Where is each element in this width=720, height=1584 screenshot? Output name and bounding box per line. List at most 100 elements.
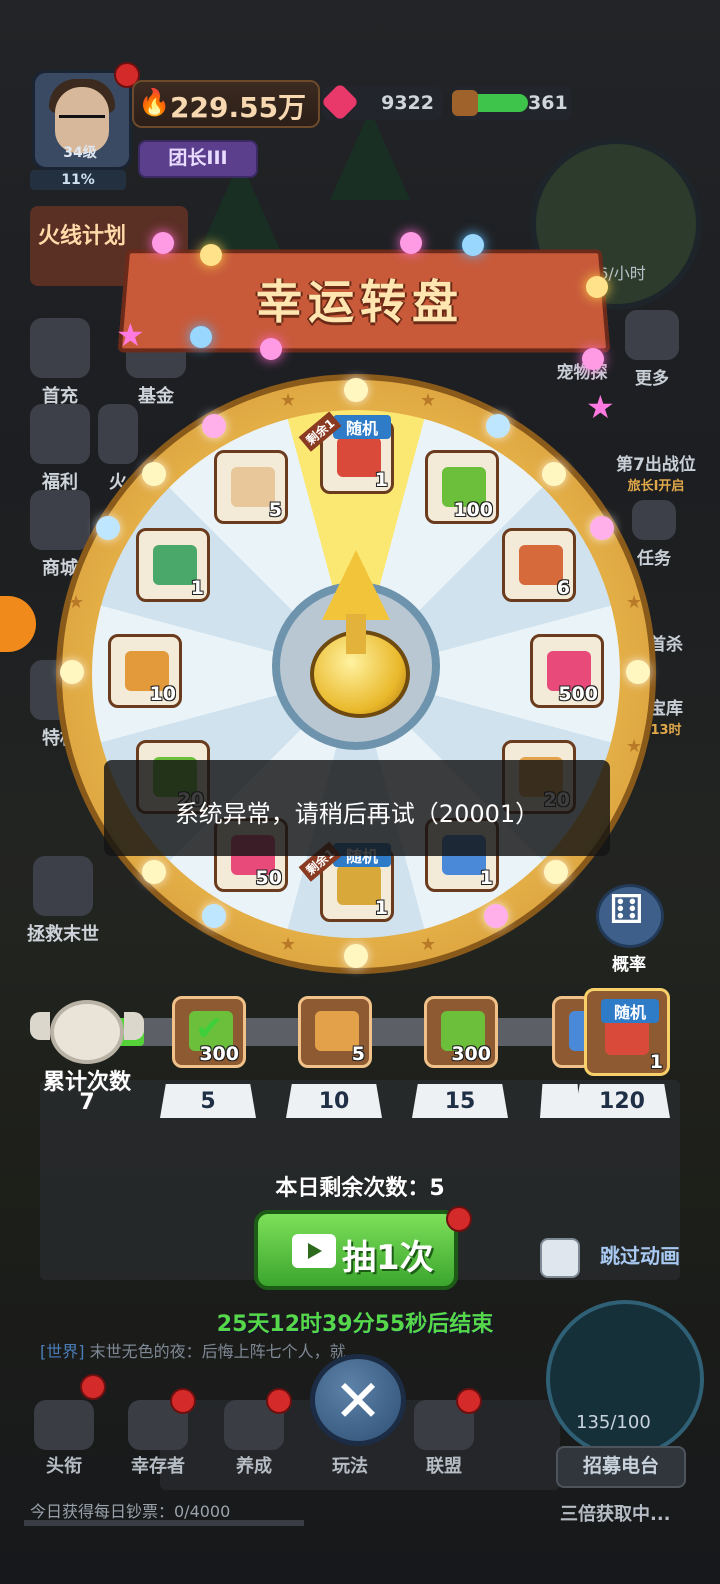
combat-power: 🔥 229.55万	[132, 80, 320, 128]
title-icon	[34, 1400, 94, 1450]
prize-count: 5	[268, 499, 282, 521]
remaining-today: 本日剩余次数：5	[275, 1176, 445, 1201]
plan-label: 火线计划	[38, 224, 127, 249]
skip-animation-checkbox[interactable]	[540, 1238, 580, 1278]
notification-dot	[170, 1388, 196, 1414]
probability-button[interactable]: 概率	[596, 884, 664, 975]
milestone-count: 300	[451, 1043, 491, 1065]
prize-count: 1	[190, 577, 204, 599]
rim-star-icon: ★	[626, 592, 643, 613]
rim-star-icon: ★	[280, 934, 297, 955]
milestone-reward[interactable]: 随机 1	[584, 988, 670, 1076]
rim-bulb	[486, 414, 510, 438]
wood-icon	[452, 90, 478, 116]
rim-star-icon: ★	[420, 390, 437, 411]
notification-dot	[456, 1388, 482, 1414]
daily-gain-text: 今日获得每日钞票：0/4000	[30, 1502, 231, 1521]
grid-icon	[625, 310, 679, 360]
string-light	[200, 244, 222, 266]
nav-alliance[interactable]: 联盟	[404, 1452, 484, 1478]
milestone-reward[interactable]: 5	[298, 996, 372, 1068]
milestone-reward[interactable]: ✔ 300	[172, 996, 246, 1068]
milestone-count: 5	[351, 1043, 365, 1065]
medal-icon	[30, 1000, 144, 1064]
wheel-prize: 6	[502, 528, 576, 602]
draw-once-button[interactable]: 抽1次	[254, 1210, 458, 1290]
rim-bulb	[60, 660, 84, 684]
prize-count: 1	[374, 469, 388, 491]
milestone-threshold: 5	[160, 1084, 256, 1118]
star-icon: ★	[116, 316, 145, 354]
exp-percent: 11%	[30, 170, 126, 190]
prize-count: 1	[374, 897, 388, 919]
wood-bar	[470, 94, 528, 112]
string-light	[190, 326, 212, 348]
rim-star-icon: ★	[280, 390, 297, 411]
wheel-prize: 10	[108, 634, 182, 708]
wheel-prize: 500	[530, 634, 604, 708]
milestone-threshold: 10	[286, 1084, 382, 1118]
rim-bulb	[96, 516, 120, 540]
world-chat[interactable]: [世界] 末世无色的夜：后悔上阵七个人，就	[40, 1338, 560, 1362]
first-recharge-icon	[30, 318, 90, 378]
wheel-pointer-shaft	[346, 614, 366, 654]
close-icon: ✕	[333, 1367, 383, 1435]
nav-gameplay[interactable]: 玩法	[310, 1452, 390, 1478]
rim-bulb	[590, 516, 614, 540]
dice-icon	[596, 884, 664, 948]
random-tag: 随机	[601, 999, 659, 1023]
milestone-reward[interactable]: 300	[424, 996, 498, 1068]
notification-dot	[266, 1388, 292, 1414]
skip-animation-label[interactable]: 跳过动画	[600, 1240, 680, 1269]
event-countdown: 25天12时39分55秒后结束	[216, 1312, 494, 1337]
wheel-prize: 5	[214, 450, 288, 524]
triple-gain-label: 三倍获取中...	[560, 1504, 671, 1525]
fire-icon: 🔥	[138, 88, 171, 118]
probability-label: 概率	[612, 955, 646, 975]
error-toast: 系统异常，请稍后再试（20001）	[104, 760, 610, 856]
power-value: 229.55万	[170, 91, 307, 124]
gem-counter[interactable]: 9322	[320, 82, 442, 122]
wheel-pointer-arrow	[322, 550, 390, 620]
string-light	[582, 348, 604, 370]
rim-star-icon: ★	[68, 592, 85, 613]
chat-text: 末世无色的夜：后悔上阵七个人，就	[89, 1342, 346, 1361]
nav-survivor[interactable]: 幸存者	[118, 1452, 198, 1478]
close-button[interactable]: ✕	[310, 1354, 406, 1446]
wheel-prize: 100	[425, 450, 499, 524]
rim-star-icon: ★	[626, 736, 643, 757]
player-level: 34级	[63, 145, 97, 161]
rim-bulb	[484, 904, 508, 928]
milestone-count: 300	[199, 1043, 239, 1065]
rim-bulb	[544, 860, 568, 884]
rim-bulb	[344, 944, 368, 968]
notification-dot	[446, 1206, 472, 1232]
string-light	[400, 232, 422, 254]
string-light	[260, 338, 282, 360]
rim-bulb	[202, 904, 226, 928]
prize-count: 10	[149, 683, 176, 705]
chat-channel: [世界]	[40, 1342, 85, 1361]
tree-decoration	[330, 110, 410, 200]
daily-cash-gain: 今日获得每日钞票：0/4000	[24, 1498, 490, 1526]
gem-value: 9322	[381, 92, 434, 114]
rim-bulb	[626, 660, 650, 684]
string-light	[152, 232, 174, 254]
milestone-threshold: 120	[574, 1084, 670, 1118]
wood-counter[interactable]: 361	[452, 86, 572, 120]
daily-gain-bar	[24, 1520, 304, 1526]
rank-title-badge[interactable]: 团长III	[138, 140, 258, 178]
cumulative-count: 累计次数 7	[30, 1000, 144, 1115]
string-light	[586, 276, 608, 298]
video-play-icon	[292, 1234, 336, 1268]
notification-dot	[80, 1374, 106, 1400]
rim-bulb	[344, 378, 368, 402]
nav-grow[interactable]: 养成	[214, 1452, 294, 1478]
rim-star-icon: ★	[420, 934, 437, 955]
prize-count: 500	[558, 683, 598, 705]
rim-bulb	[142, 860, 166, 884]
nav-title[interactable]: 头衔	[24, 1452, 104, 1478]
toast-message: 系统异常，请稍后再试（20001）	[174, 800, 540, 828]
banner-title: 幸运转盘	[256, 275, 464, 329]
gem-icon	[320, 82, 360, 122]
